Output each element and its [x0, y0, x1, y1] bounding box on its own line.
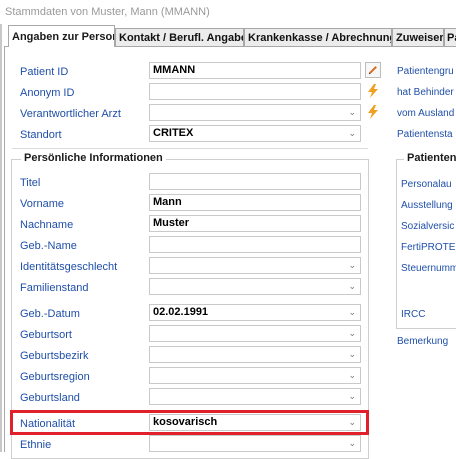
verantwortlicher-arzt-label: Verantwortlicher Arzt: [20, 108, 121, 120]
nachname-field[interactable]: Muster: [149, 215, 361, 232]
personalausweis-label: Personalau: [401, 179, 452, 190]
fertiprotekt-label: FertiPROTE: [401, 242, 456, 253]
tab-angaben-zur-person[interactable]: Angaben zur Person: [8, 25, 115, 47]
chevron-down-icon: ⌄: [348, 260, 356, 270]
chevron-down-icon: ⌄: [348, 281, 356, 291]
geb-name-field[interactable]: [149, 236, 361, 253]
vorname-field[interactable]: Mann: [149, 194, 361, 211]
geburtsort-label: Geburtsort: [20, 329, 72, 341]
nachname-label: Nachname: [20, 219, 74, 231]
tab-zuweiser[interactable]: Zuweiser: [392, 28, 444, 46]
verantwortlicher-arzt-select[interactable]: ⌄: [149, 104, 361, 121]
sozialversicherung-label: Sozialversic: [401, 221, 455, 232]
familienstand-select[interactable]: ⌄: [149, 278, 361, 295]
geb-datum-label: Geb.-Datum: [20, 308, 80, 320]
vorname-label: Vorname: [20, 198, 65, 210]
tab-kontakt[interactable]: Kontakt / Berufl. Angaben: [115, 28, 244, 46]
chevron-down-icon: ⌄: [348, 128, 356, 138]
anonym-id-field[interactable]: [149, 83, 361, 100]
anonym-id-label: Anonym ID: [20, 87, 75, 99]
titel-field[interactable]: [149, 173, 361, 190]
anonym-id-action[interactable]: [365, 83, 381, 99]
behinderung-label: hat Behinder: [397, 87, 454, 98]
personal-info-title: Persönliche Informationen: [21, 152, 166, 164]
separator: [12, 148, 368, 149]
left-edge: [0, 24, 2, 452]
bemerkung-label: Bemerkung: [397, 336, 449, 347]
tab-pa[interactable]: Pa: [444, 28, 456, 46]
chevron-down-icon: ⌄: [348, 438, 356, 448]
identitaetsgeschlecht-label: Identitätsgeschlecht: [20, 261, 118, 273]
ethnie-label: Ethnie: [20, 439, 52, 451]
geburtsort-select[interactable]: ⌄: [149, 325, 361, 342]
lightning-icon: [368, 105, 378, 119]
standort-label: Standort: [20, 129, 62, 141]
ircc-label: IRCC: [401, 309, 426, 320]
standort-select[interactable]: CRITEX ⌄: [149, 125, 361, 142]
geb-datum-field[interactable]: 02.02.1991 ⌄: [149, 304, 361, 321]
edit-button[interactable]: [365, 62, 381, 78]
patientenidentifikation-title: Patientenic: [404, 152, 456, 164]
chevron-down-icon: ⌄: [348, 107, 356, 117]
geburtsregion-select[interactable]: ⌄: [149, 367, 361, 384]
pencil-icon: [368, 66, 377, 75]
ausstellung-label: Ausstellung: [401, 200, 453, 211]
patientenstatus-label: Patientensta: [397, 129, 453, 140]
geb-name-label: Geb.-Name: [20, 240, 77, 252]
identitaetsgeschlecht-select[interactable]: ⌄: [149, 257, 361, 274]
geburtsbezirk-label: Geburtsbezirk: [20, 350, 89, 362]
patientengruppe-label: Patientengru: [397, 66, 454, 77]
geburtsland-select[interactable]: ⌄: [149, 388, 361, 405]
geburtsbezirk-select[interactable]: ⌄: [149, 346, 361, 363]
familienstand-label: Familienstand: [20, 282, 89, 294]
tab-krankenkasse[interactable]: Krankenkasse / Abrechnung: [244, 28, 392, 46]
chevron-down-icon: ⌄: [348, 370, 356, 380]
ethnie-select[interactable]: ⌄: [149, 435, 361, 452]
titel-label: Titel: [20, 177, 41, 189]
chevron-down-icon: ⌄: [348, 391, 356, 401]
patient-id-label: Patient ID: [20, 66, 69, 78]
geburtsregion-label: Geburtsregion: [20, 371, 90, 383]
ausland-label: vom Ausland: [397, 108, 455, 119]
nationalitaet-highlight: [10, 410, 369, 435]
arzt-action[interactable]: [365, 104, 381, 120]
tab-strip: Angaben zur Person Kontakt / Berufl. Ang…: [4, 25, 456, 47]
geburtsland-label: Geburtsland: [20, 392, 80, 404]
steuernummer-label: Steuernumm: [401, 263, 456, 274]
window-title: Stammdaten von Muster, Mann (MMANN): [0, 0, 456, 24]
chevron-down-icon: ⌄: [348, 349, 356, 359]
patient-id-field[interactable]: MMANN: [149, 62, 361, 79]
chevron-down-icon: ⌄: [348, 307, 356, 317]
chevron-down-icon: ⌄: [348, 328, 356, 338]
lightning-icon: [368, 84, 378, 98]
